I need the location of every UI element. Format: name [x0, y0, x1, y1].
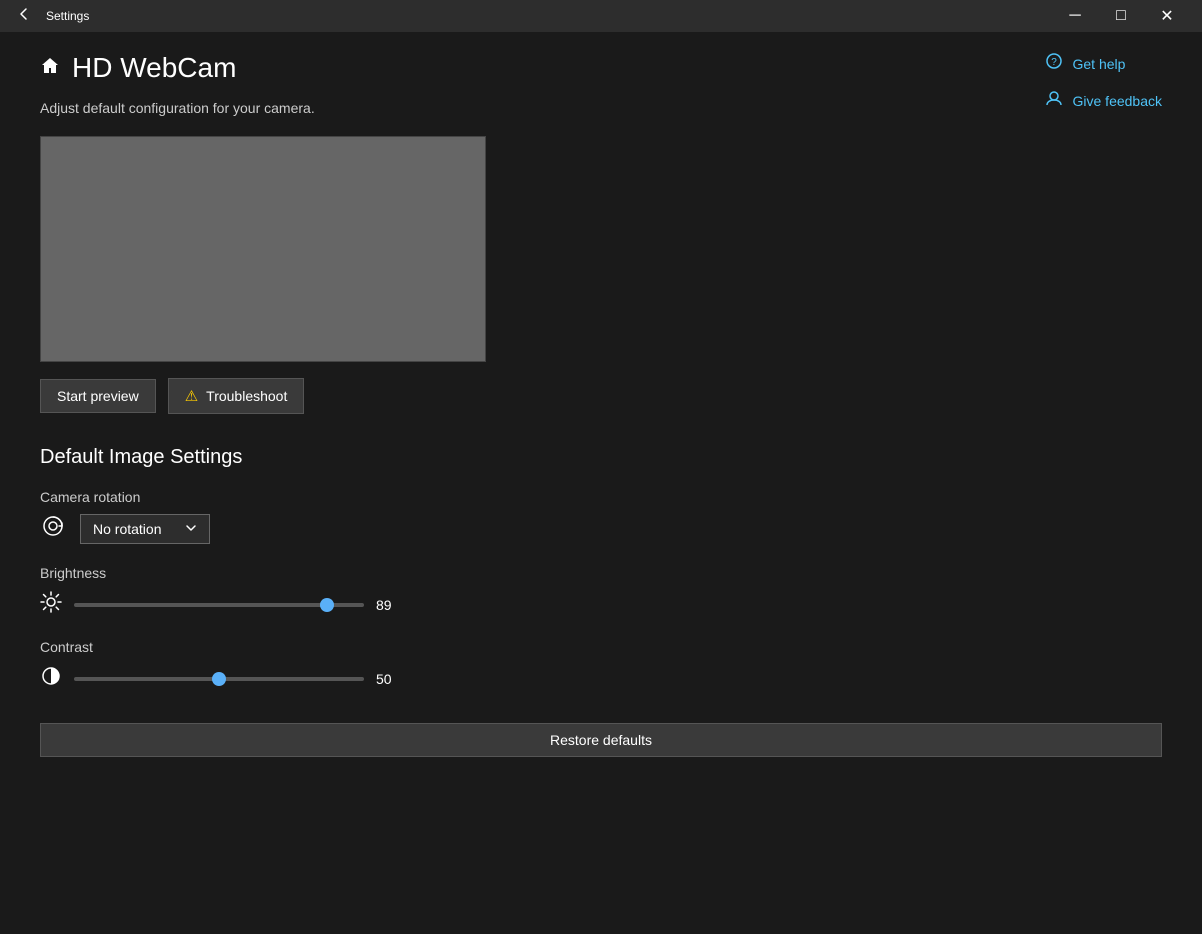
contrast-icon	[40, 665, 62, 693]
home-icon[interactable]	[40, 56, 60, 81]
main-content: ? Get help Give feedback HD WebCam Adjus…	[0, 32, 1202, 934]
page-title: HD WebCam	[72, 52, 236, 84]
start-preview-button[interactable]: Start preview	[40, 379, 156, 413]
warning-icon: ⚠	[185, 387, 198, 405]
buttons-row: Start preview ⚠ Troubleshoot	[40, 378, 1162, 414]
contrast-row: 50	[40, 665, 1162, 693]
page-header: HD WebCam	[40, 52, 1162, 84]
troubleshoot-button[interactable]: ⚠ Troubleshoot	[168, 378, 305, 414]
rotation-row: No rotation	[40, 513, 1162, 545]
svg-text:?: ?	[1051, 57, 1057, 68]
brightness-row: 89	[40, 591, 1162, 619]
give-feedback-link[interactable]: Give feedback	[1045, 89, 1163, 112]
subtitle: Adjust default configuration for your ca…	[40, 100, 1162, 116]
get-help-label: Get help	[1073, 56, 1126, 72]
camera-rotation-icon	[40, 513, 66, 545]
brightness-icon	[40, 591, 62, 619]
contrast-value: 50	[376, 671, 406, 687]
troubleshoot-label: Troubleshoot	[206, 388, 287, 404]
window-controls: ─ □ ✕	[1052, 0, 1190, 32]
titlebar: Settings ─ □ ✕	[0, 0, 1202, 32]
back-button[interactable]	[12, 4, 36, 29]
titlebar-title: Settings	[46, 9, 89, 23]
brightness-slider[interactable]	[74, 603, 364, 607]
section-title: Default Image Settings	[40, 446, 1162, 469]
minimize-button[interactable]: ─	[1052, 0, 1098, 32]
chevron-down-icon	[185, 522, 197, 537]
camera-preview	[40, 136, 486, 362]
contrast-section: Contrast 50	[40, 639, 1162, 693]
give-feedback-label: Give feedback	[1073, 93, 1163, 109]
camera-rotation-label: Camera rotation	[40, 489, 1162, 505]
brightness-section: Brightness 89	[40, 565, 1162, 619]
contrast-slider[interactable]	[74, 677, 364, 681]
rotation-dropdown[interactable]: No rotation	[80, 514, 210, 544]
right-panel: ? Get help Give feedback	[1045, 52, 1163, 112]
maximize-button[interactable]: □	[1098, 0, 1144, 32]
brightness-value: 89	[376, 597, 406, 613]
restore-defaults-button[interactable]: Restore defaults	[40, 723, 1162, 757]
brightness-label: Brightness	[40, 565, 1162, 581]
close-button[interactable]: ✕	[1144, 0, 1190, 32]
camera-rotation-setting: Camera rotation No rotation	[40, 489, 1162, 545]
contrast-label: Contrast	[40, 639, 1162, 655]
get-help-link[interactable]: ? Get help	[1045, 52, 1163, 75]
get-help-icon: ?	[1045, 52, 1063, 75]
give-feedback-icon	[1045, 89, 1063, 112]
rotation-value: No rotation	[93, 521, 161, 537]
